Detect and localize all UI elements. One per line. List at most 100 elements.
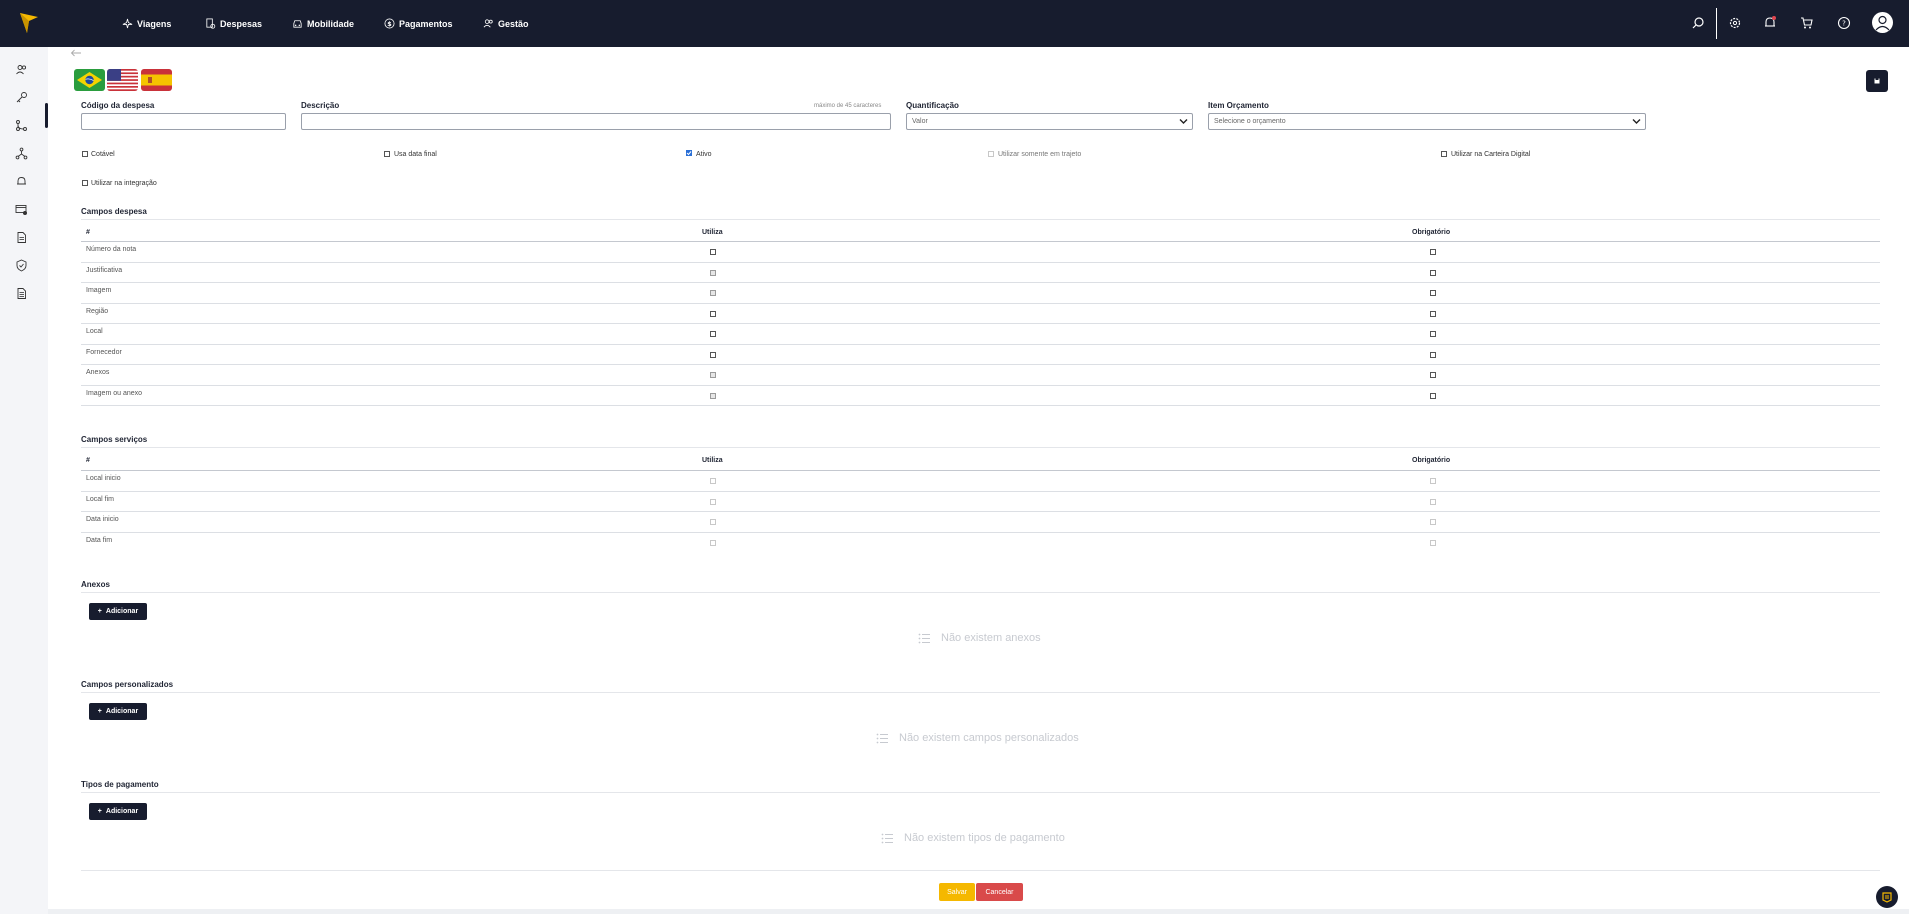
ativo-label: Ativo (696, 151, 712, 158)
chevron-down-icon (1179, 119, 1188, 124)
fork-icon[interactable] (15, 147, 28, 160)
svg-text:?: ? (1842, 20, 1846, 28)
cancel-button[interactable]: Cancelar (976, 883, 1023, 901)
obrigatorio-checkbox[interactable] (1430, 249, 1436, 255)
obrigatorio-checkbox[interactable] (1430, 478, 1436, 484)
shield-icon[interactable] (15, 259, 28, 272)
key-icon[interactable] (15, 91, 28, 104)
obrigatorio-checkbox[interactable] (1430, 269, 1436, 276)
ativo-checkbox[interactable] (686, 150, 692, 156)
cart-icon[interactable] (1799, 15, 1815, 31)
nav-mobilidade[interactable]: Mobilidade (292, 0, 354, 47)
save-button[interactable]: Salvar (939, 883, 975, 901)
add-anexo-button[interactable]: + Adicionar (89, 603, 147, 620)
usa-data-final-checkbox[interactable] (384, 151, 390, 157)
cotavel-checkbox[interactable] (82, 151, 88, 157)
quantificacao-select[interactable]: Valor (906, 113, 1193, 130)
utiliza-checkbox[interactable] (710, 498, 716, 505)
obrigatorio-checkbox[interactable] (1430, 351, 1436, 358)
obrigatorio-checkbox[interactable] (1430, 290, 1436, 296)
despesa-row-name: Região (86, 307, 109, 315)
utiliza-checkbox[interactable] (710, 269, 716, 276)
row-divider (81, 302, 1880, 304)
obrigatorio-checkbox[interactable] (1430, 519, 1436, 525)
file-list-icon[interactable] (15, 287, 28, 300)
obrigatorio-checkbox[interactable] (1430, 310, 1436, 317)
nav-pagamentos[interactable]: $ Pagamentos (384, 0, 453, 47)
nav-viagens-label: Viagens (137, 18, 172, 29)
top-navbar: Viagens Despesas Mobilidade $ Pagamentos… (0, 0, 1909, 47)
row-divider (81, 531, 1880, 533)
document-icon[interactable] (15, 231, 28, 244)
avatar[interactable] (1872, 12, 1893, 33)
git-branch-icon[interactable] (15, 119, 28, 132)
bell-icon[interactable] (15, 175, 28, 188)
utiliza-checkbox[interactable] (710, 310, 716, 317)
utiliza-checkbox[interactable] (710, 478, 716, 484)
save-icon-button[interactable] (1866, 70, 1888, 92)
plane-icon (122, 18, 133, 29)
utiliza-checkbox[interactable] (710, 539, 716, 546)
quantificacao-value: Valor (912, 118, 928, 125)
notification-dot (1772, 16, 1776, 20)
integracao-checkbox[interactable] (82, 180, 88, 186)
flag-brazil-icon[interactable] (74, 69, 105, 91)
svg-text:$: $ (387, 20, 392, 28)
obrigatorio-checkbox[interactable] (1430, 539, 1436, 546)
nav-despesas-label: Despesas (220, 18, 263, 29)
flag-usa-icon[interactable] (107, 69, 138, 91)
checkmark-icon (686, 151, 692, 156)
descricao-input[interactable] (301, 113, 891, 130)
search-icon[interactable] (1690, 15, 1706, 31)
utiliza-checkbox[interactable] (710, 249, 716, 255)
descricao-label: Descrição (301, 101, 340, 110)
anexos-title: Anexos (81, 580, 110, 589)
codigo-input[interactable] (81, 113, 286, 130)
divider (81, 447, 1880, 448)
utiliza-checkbox[interactable] (710, 290, 716, 296)
utiliza-checkbox[interactable] (710, 519, 716, 525)
personalizados-empty-state: Não existem campos personalizados (876, 732, 1079, 744)
utiliza-checkbox[interactable] (710, 392, 716, 399)
row-divider (81, 364, 1880, 365)
usa-data-final-label: Usa data final (394, 151, 437, 158)
obrigatorio-checkbox[interactable] (1430, 498, 1436, 505)
utiliza-checkbox[interactable] (710, 351, 716, 358)
car-icon (293, 20, 302, 28)
row-divider (81, 384, 1880, 386)
utiliza-checkbox[interactable] (710, 372, 716, 378)
chat-button[interactable] (1876, 886, 1898, 908)
cotavel-label: Cotável (91, 151, 115, 158)
gear-icon[interactable] (1727, 15, 1743, 31)
nav-viagens[interactable]: Viagens (122, 0, 171, 47)
anexos-empty-state: Não existem anexos (918, 632, 1041, 644)
flag-spain-icon[interactable] (141, 69, 172, 91)
orcamento-placeholder: Selecione o orçamento (1214, 118, 1286, 125)
obrigatorio-checkbox[interactable] (1430, 331, 1436, 337)
somente-trajeto-checkbox[interactable] (988, 151, 994, 157)
users-icon[interactable] (15, 63, 28, 76)
card-settings-icon[interactable] (15, 203, 28, 216)
col-utiliza: Utiliza (702, 229, 723, 236)
campos-servicos-title: Campos serviços (81, 435, 148, 444)
row-divider (81, 405, 1880, 406)
obrigatorio-checkbox[interactable] (1430, 392, 1436, 399)
logo-icon[interactable] (20, 13, 38, 33)
col-obrigatorio: Obrigatório (1412, 457, 1451, 464)
help-icon[interactable]: ? (1836, 15, 1852, 31)
carteira-digital-checkbox[interactable] (1441, 151, 1447, 157)
add-tipo-pagamento-button[interactable]: + Adicionar (89, 803, 147, 820)
bell-icon[interactable] (1762, 15, 1778, 31)
nav-gestao[interactable]: Gestão (483, 0, 529, 47)
utiliza-checkbox[interactable] (710, 331, 716, 337)
col-hash: # (86, 457, 90, 464)
obrigatorio-checkbox[interactable] (1430, 372, 1436, 378)
somente-trajeto-label: Utilizar somente em trajeto (998, 151, 1082, 158)
nav-despesas[interactable]: Despesas (205, 0, 262, 47)
plus-icon: + (97, 808, 102, 815)
list-icon (876, 733, 888, 743)
orcamento-select[interactable]: Selecione o orçamento (1208, 113, 1646, 130)
add-campo-personalizado-button[interactable]: + Adicionar (89, 703, 147, 720)
despesa-row-name: Imagem (86, 287, 112, 294)
back-arrow-icon[interactable] (70, 48, 82, 58)
